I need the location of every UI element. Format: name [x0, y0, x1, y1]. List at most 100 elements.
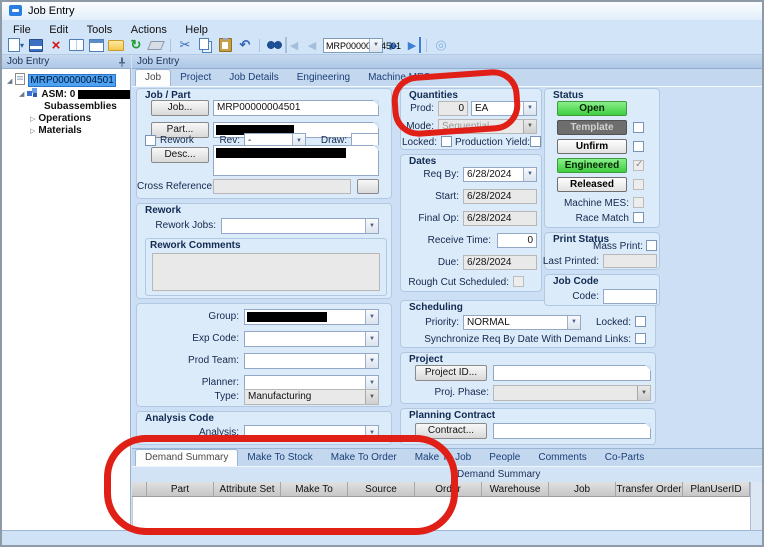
- proj-phase-dropdown-icon[interactable]: [637, 386, 650, 400]
- refresh-icon[interactable]: ↻: [127, 37, 145, 53]
- run-icon[interactable]: ◎: [432, 37, 450, 53]
- req-by-combo[interactable]: 6/28/2024: [463, 167, 537, 182]
- engineered-checkbox[interactable]: [633, 159, 644, 171]
- last-record-icon[interactable]: ▶: [405, 37, 421, 53]
- tree-item-operations[interactable]: ▷ Operations: [30, 113, 91, 124]
- rework-comments-textarea[interactable]: [152, 253, 380, 291]
- sync-req-by-checkbox[interactable]: [635, 333, 646, 344]
- last-printed-field[interactable]: [603, 254, 657, 268]
- tree-root-item[interactable]: ◢ MRP00000004501: [7, 73, 116, 88]
- code-field[interactable]: [603, 289, 657, 304]
- eraser-icon[interactable]: [147, 37, 165, 53]
- uom-combo[interactable]: EA: [471, 101, 537, 116]
- exp-code-combo[interactable]: [244, 331, 379, 347]
- search-binoculars-icon[interactable]: [265, 37, 283, 53]
- group-dropdown-icon[interactable]: [365, 310, 378, 324]
- due-field[interactable]: 6/28/2024: [463, 255, 537, 270]
- desc-field[interactable]: [213, 145, 379, 176]
- req-by-dropdown-icon[interactable]: [523, 168, 536, 181]
- type-dropdown-icon[interactable]: [365, 390, 378, 404]
- prod-field[interactable]: 0: [438, 101, 468, 116]
- scheduling-locked-checkbox[interactable]: [635, 316, 646, 327]
- tab-project[interactable]: Project: [171, 70, 220, 86]
- machine-mes-checkbox[interactable]: [633, 197, 644, 208]
- first-record-icon[interactable]: ◀: [285, 37, 301, 53]
- expander-open-icon[interactable]: ◢: [7, 77, 12, 85]
- save-icon[interactable]: [27, 37, 45, 53]
- tab-machine-mes[interactable]: Machine MES: [359, 70, 439, 86]
- type-combo[interactable]: Manufacturing: [244, 389, 379, 405]
- receive-time-field[interactable]: 0: [497, 233, 537, 248]
- job-button[interactable]: Job...: [151, 100, 209, 116]
- cross-reference-button[interactable]: [357, 179, 379, 194]
- rework-checkbox[interactable]: [145, 135, 156, 146]
- project-id-button[interactable]: Project ID...: [415, 365, 487, 381]
- rework-jobs-combo[interactable]: [221, 218, 379, 234]
- race-match-checkbox[interactable]: [633, 212, 644, 223]
- proj-phase-combo[interactable]: [493, 385, 651, 401]
- new-dropdown-icon[interactable]: ▾: [20, 41, 24, 50]
- desc-button[interactable]: Desc...: [151, 147, 209, 163]
- tab-engineering[interactable]: Engineering: [288, 70, 359, 86]
- engineered-status-button[interactable]: Engineered: [557, 158, 627, 173]
- column-header-job[interactable]: Job: [549, 482, 616, 497]
- folder-icon[interactable]: [107, 37, 125, 53]
- unfirm-status-button[interactable]: Unfirm: [557, 139, 627, 154]
- copy-icon[interactable]: [196, 37, 214, 53]
- tab-make-to-order[interactable]: Make To Order: [322, 450, 406, 466]
- record-combo[interactable]: MRP00000004501: [323, 37, 401, 53]
- mode-dropdown-icon[interactable]: [523, 120, 536, 133]
- tab-make-to-job[interactable]: Make To Job: [406, 450, 481, 466]
- record-combo-dropdown-icon[interactable]: [369, 38, 382, 52]
- released-status-button[interactable]: Released: [557, 177, 627, 192]
- template-status-button[interactable]: Template: [557, 120, 627, 135]
- column-header-planuserid[interactable]: PlanUserID: [683, 482, 750, 497]
- cut-icon[interactable]: ✂: [176, 37, 194, 53]
- book-icon[interactable]: [67, 37, 85, 53]
- tree-item-label[interactable]: Materials: [38, 125, 81, 136]
- rework-jobs-dropdown-icon[interactable]: [365, 219, 378, 233]
- expander-closed-icon[interactable]: ▷: [30, 127, 35, 135]
- uom-dropdown-icon[interactable]: [523, 102, 536, 115]
- expander-open-icon[interactable]: ◢: [19, 90, 24, 98]
- job-field[interactable]: MRP00000004501: [213, 100, 379, 116]
- exp-code-dropdown-icon[interactable]: [365, 332, 378, 346]
- project-id-field[interactable]: [493, 365, 651, 381]
- locked-checkbox[interactable]: [441, 136, 452, 147]
- prod-team-combo[interactable]: [244, 353, 379, 369]
- calendar-icon[interactable]: [87, 37, 105, 53]
- column-header-source[interactable]: Source: [348, 482, 415, 497]
- tree-item-label[interactable]: Operations: [38, 113, 91, 124]
- planner-dropdown-icon[interactable]: [365, 376, 378, 390]
- expander-closed-icon[interactable]: ▷: [30, 115, 35, 123]
- open-status-button[interactable]: Open: [557, 101, 627, 116]
- paste-icon[interactable]: [216, 37, 234, 53]
- start-field[interactable]: 6/28/2024: [463, 189, 537, 204]
- analysis-combo[interactable]: [244, 425, 379, 441]
- unfirm-checkbox[interactable]: [633, 141, 644, 152]
- column-header-order[interactable]: Order: [415, 482, 482, 497]
- tab-make-to-stock[interactable]: Make To Stock: [238, 450, 321, 466]
- tab-job[interactable]: Job: [135, 69, 172, 86]
- column-header-attribute-set[interactable]: Attribute Set: [214, 482, 281, 497]
- template-checkbox[interactable]: [633, 122, 644, 133]
- column-header-make-to[interactable]: Make To: [281, 482, 348, 497]
- new-icon[interactable]: ▾: [7, 37, 25, 53]
- analysis-dropdown-icon[interactable]: [365, 426, 378, 440]
- contract-button[interactable]: Contract...: [415, 423, 487, 439]
- mode-combo[interactable]: Sequential: [438, 119, 537, 134]
- tab-people[interactable]: People: [480, 450, 529, 466]
- tree-asm-item[interactable]: ◢ ASM: 0: [19, 87, 131, 101]
- cross-reference-field[interactable]: [213, 179, 351, 194]
- contract-field[interactable]: [493, 423, 651, 439]
- tab-comments[interactable]: Comments: [529, 450, 595, 466]
- released-checkbox[interactable]: [633, 179, 644, 190]
- group-combo[interactable]: [244, 309, 379, 325]
- column-header-warehouse[interactable]: Warehouse: [482, 482, 549, 497]
- grid-vertical-scrollbar[interactable]: [750, 482, 762, 530]
- tab-job-details[interactable]: Job Details: [220, 70, 287, 86]
- tab-demand-summary[interactable]: Demand Summary: [135, 449, 239, 466]
- undo-icon[interactable]: ↶: [236, 37, 254, 53]
- tree-item-subassemblies[interactable]: Subassemblies: [44, 101, 117, 112]
- production-yield-checkbox[interactable]: [530, 136, 541, 147]
